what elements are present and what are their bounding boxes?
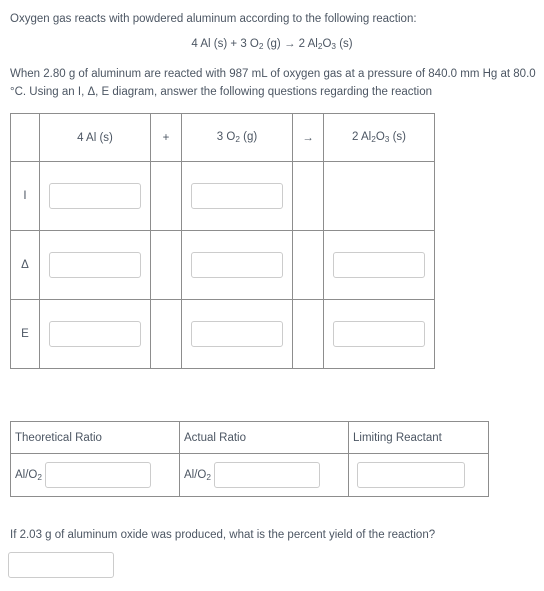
input-initial-o2[interactable] <box>190 183 284 209</box>
theoretical-ratio-label: Al/O2 <box>15 469 42 482</box>
equation-reactant1-coeff: 4 <box>191 38 201 50</box>
ice-row-label-initial: I <box>10 161 40 231</box>
actual-ratio-group: Al/O2 <box>184 462 344 488</box>
ice-header-product-state: (s) <box>389 131 406 144</box>
ice-header-reactant1: 4 Al (s) <box>39 113 151 162</box>
ice-spacer-end-plus <box>150 299 182 369</box>
ice-spacer-initial-arrow <box>292 161 324 231</box>
equation-product-coeff: 2 Al <box>298 38 318 50</box>
ice-spacer-initial-plus <box>150 161 182 231</box>
input-end-al2o3[interactable] <box>332 321 426 347</box>
ice-cell-initial-reactant2 <box>181 161 293 231</box>
input-theoretical-ratio[interactable] <box>44 462 151 488</box>
ice-cell-initial-product-empty <box>323 161 435 231</box>
limiting-reactant-group <box>353 462 484 488</box>
input-change-o2[interactable] <box>190 252 284 278</box>
theoretical-ratio-label-main: Al/O <box>15 468 38 481</box>
ice-header-corner-cell <box>10 113 40 162</box>
equation-arrow-operator: → <box>283 38 296 50</box>
input-actual-ratio[interactable] <box>213 462 320 488</box>
ice-header-reactant2-state: (g) <box>239 131 258 144</box>
table-row: E <box>10 299 435 369</box>
ice-header-reactant2: 3 O2 (g) <box>181 113 293 162</box>
input-change-al[interactable] <box>48 252 142 278</box>
actual-ratio-label-subscript: 2 <box>206 472 211 482</box>
equation-reactant2-coeff: 3 O <box>240 38 259 50</box>
ice-cell-end-reactant2 <box>181 299 293 369</box>
balanced-equation: 4 Al (s) + 3 O2 (g) → 2 Al2O3 (s) <box>0 36 544 54</box>
ice-spacer-change-arrow <box>292 230 324 300</box>
ice-table-header-row: 4 Al (s) + 3 O2 (g) → 2 Al2O3 (s) <box>10 113 435 162</box>
ice-cell-initial-reactant1 <box>39 161 151 231</box>
ice-cell-end-reactant1 <box>39 299 151 369</box>
ice-row-label-change: Δ <box>10 230 40 300</box>
ice-row-label-end: E <box>10 299 40 369</box>
ice-header-reactant2-coeff: 3 O <box>216 131 236 144</box>
problem-intro-text: Oxygen gas reacts with powdered aluminum… <box>10 13 417 25</box>
ice-cell-end-product <box>323 299 435 369</box>
table-row: Al/O2 Al/O2 <box>10 453 489 497</box>
ice-header-plus-operator: + <box>150 113 182 162</box>
percent-yield-question-text: If 2.03 g of aluminum oxide was produced… <box>10 529 436 541</box>
ice-cell-change-reactant2 <box>181 230 293 300</box>
ice-diagram-table: 4 Al (s) + 3 O2 (g) → 2 Al2O3 (s) I Δ E <box>10 113 435 369</box>
ratio-cell-theoretical: Al/O2 <box>10 453 180 497</box>
actual-ratio-label-main: Al/O <box>184 468 207 481</box>
input-change-al2o3[interactable] <box>332 252 426 278</box>
ratio-cell-actual: Al/O2 <box>179 453 349 497</box>
ice-header-reactant1-coeff: 4 Al <box>77 131 97 144</box>
ratio-header-actual: Actual Ratio <box>179 421 349 454</box>
ice-header-product: 2 Al2O3 (s) <box>323 113 435 162</box>
ice-spacer-end-arrow <box>292 299 324 369</box>
ice-spacer-change-plus <box>150 230 182 300</box>
equation-reactant1-state: (s) <box>210 38 228 50</box>
ice-cell-change-reactant1 <box>39 230 151 300</box>
problem-conditions-text: When 2.80 g of aluminum are reacted with… <box>10 68 536 98</box>
ice-header-product-mid: O <box>375 131 385 144</box>
input-end-o2[interactable] <box>190 321 284 347</box>
input-initial-al[interactable] <box>48 183 142 209</box>
ice-header-reactant1-state: (s) <box>96 131 113 144</box>
equation-plus-operator: + <box>230 38 238 50</box>
theoretical-ratio-group: Al/O2 <box>15 462 175 488</box>
input-percent-yield[interactable] <box>8 552 114 578</box>
ratio-limiting-reactant-table: Theoretical Ratio Actual Ratio Limiting … <box>10 421 489 497</box>
theoretical-ratio-label-subscript: 2 <box>37 472 42 482</box>
ratio-table-header-row: Theoretical Ratio Actual Ratio Limiting … <box>10 421 489 454</box>
ice-header-product-coeff: 2 Al <box>352 131 372 144</box>
ice-cell-change-product <box>323 230 435 300</box>
equation-reactant1-formula: Al <box>200 38 211 50</box>
ratio-cell-limiting <box>348 453 489 497</box>
table-row: I <box>10 161 435 231</box>
equation-reactant2-state: (g) <box>263 38 281 50</box>
ice-header-arrow-operator: → <box>292 113 324 162</box>
equation-product-state: (s) <box>336 38 353 50</box>
ratio-header-theoretical: Theoretical Ratio <box>10 421 180 454</box>
ratio-header-limiting-reactant: Limiting Reactant <box>348 421 489 454</box>
input-end-al[interactable] <box>48 321 142 347</box>
input-limiting-reactant[interactable] <box>357 462 465 488</box>
table-row: Δ <box>10 230 435 300</box>
actual-ratio-label: Al/O2 <box>184 469 211 482</box>
